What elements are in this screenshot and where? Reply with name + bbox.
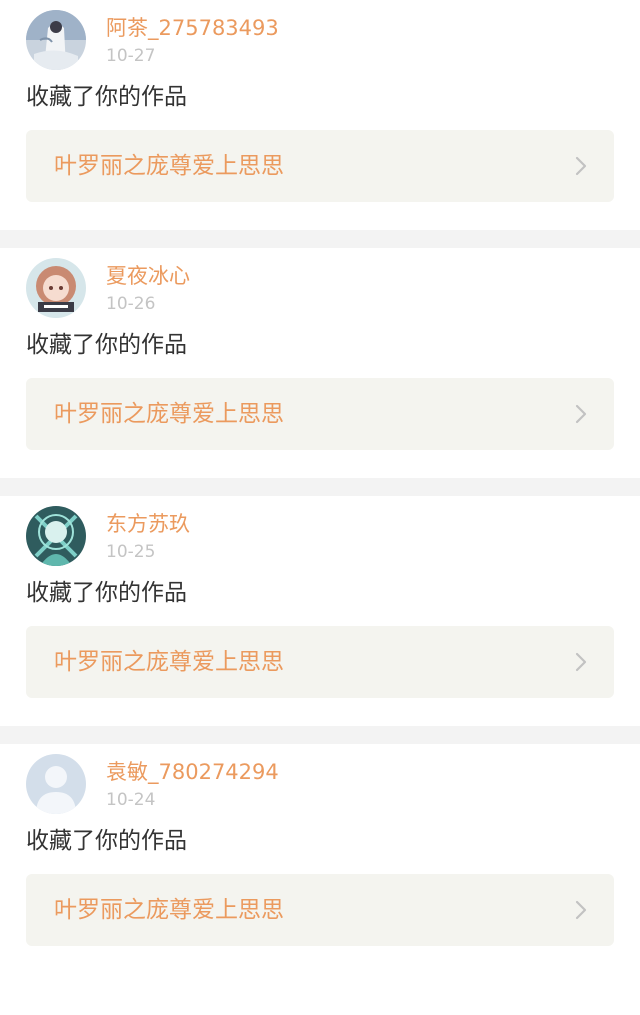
notification-card: 阿茶_275783493 10-27 收藏了你的作品 叶罗丽之庞尊爱上思思	[0, 0, 640, 230]
notification-header: 袁敏_780274294 10-24	[26, 754, 640, 814]
card-divider	[0, 230, 640, 248]
work-link[interactable]: 叶罗丽之庞尊爱上思思	[26, 130, 614, 202]
action-text: 收藏了你的作品	[26, 84, 187, 110]
card-divider	[0, 478, 640, 496]
user-avatar[interactable]	[26, 258, 86, 318]
notification-card: 袁敏_780274294 10-24 收藏了你的作品 叶罗丽之庞尊爱上思思	[0, 744, 640, 974]
notification-date: 10-26	[106, 294, 156, 314]
user-meta: 阿茶_275783493 10-27	[106, 14, 279, 68]
user-avatar[interactable]	[26, 506, 86, 566]
action-text: 收藏了你的作品	[26, 580, 187, 606]
work-title: 叶罗丽之庞尊爱上思思	[54, 897, 284, 923]
notification-header: 东方苏玖 10-25	[26, 506, 640, 566]
user-meta: 夏夜冰心 10-26	[106, 262, 190, 316]
work-link[interactable]: 叶罗丽之庞尊爱上思思	[26, 378, 614, 450]
notification-date: 10-27	[106, 46, 156, 66]
notification-header: 夏夜冰心 10-26	[26, 258, 640, 318]
username[interactable]: 东方苏玖	[106, 510, 190, 538]
work-title: 叶罗丽之庞尊爱上思思	[54, 401, 284, 427]
notification-date: 10-25	[106, 542, 156, 562]
action-text: 收藏了你的作品	[26, 828, 187, 854]
user-meta: 袁敏_780274294 10-24	[106, 758, 279, 812]
chevron-right-icon	[575, 652, 587, 672]
work-title: 叶罗丽之庞尊爱上思思	[54, 649, 284, 675]
user-avatar[interactable]	[26, 10, 86, 70]
user-meta: 东方苏玖 10-25	[106, 510, 190, 564]
user-avatar[interactable]	[26, 754, 86, 814]
card-divider	[0, 726, 640, 744]
notification-feed: 阿茶_275783493 10-27 收藏了你的作品 叶罗丽之庞尊爱上思思 夏夜…	[0, 0, 640, 974]
chevron-right-icon	[575, 900, 587, 920]
notification-date: 10-24	[106, 790, 156, 810]
chevron-right-icon	[575, 156, 587, 176]
anime-avatar-brown-hair-icon	[26, 258, 86, 318]
anime-avatar-white-dress-icon	[26, 10, 86, 70]
work-link[interactable]: 叶罗丽之庞尊爱上思思	[26, 626, 614, 698]
work-title: 叶罗丽之庞尊爱上思思	[54, 153, 284, 179]
anime-avatar-teal-icon	[26, 506, 86, 566]
work-link[interactable]: 叶罗丽之庞尊爱上思思	[26, 874, 614, 946]
username[interactable]: 夏夜冰心	[106, 262, 190, 290]
username[interactable]: 阿茶_275783493	[106, 14, 279, 42]
notification-card: 东方苏玖 10-25 收藏了你的作品 叶罗丽之庞尊爱上思思	[0, 496, 640, 726]
notification-card: 夏夜冰心 10-26 收藏了你的作品 叶罗丽之庞尊爱上思思	[0, 248, 640, 478]
default-avatar-icon	[26, 754, 86, 814]
chevron-right-icon	[575, 404, 587, 424]
notification-header: 阿茶_275783493 10-27	[26, 10, 640, 70]
action-text: 收藏了你的作品	[26, 332, 187, 358]
username[interactable]: 袁敏_780274294	[106, 758, 279, 786]
